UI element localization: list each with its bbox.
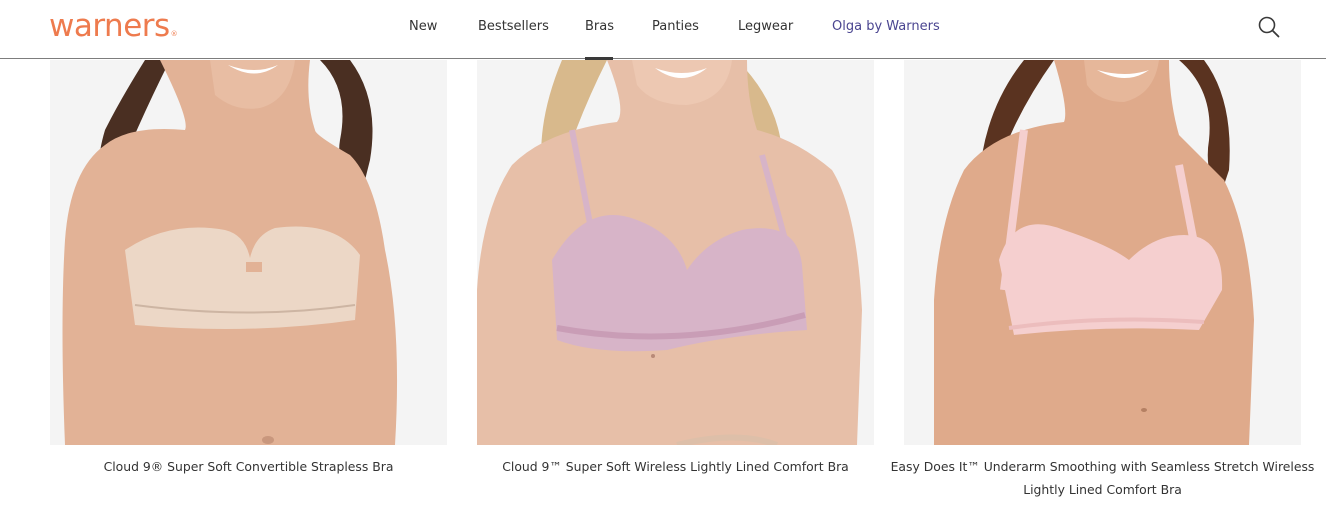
nav-item-panties[interactable]: Panties [652,18,699,36]
site-header: warners® New Bestsellers Bras Panties Le… [0,0,1326,59]
search-button[interactable] [1256,14,1282,40]
product-name[interactable]: Easy Does It™ Underarm Smoothing with Se… [889,455,1316,501]
product-name[interactable]: Cloud 9® Super Soft Convertible Straples… [35,455,462,478]
product-image[interactable] [477,60,874,445]
warners-logo[interactable]: warners® [49,6,178,46]
product-photo [934,60,1254,445]
logo-text: warners [49,8,170,44]
nav-item-olga-by-warners[interactable]: Olga by Warners [832,18,940,36]
product-photo [477,60,862,445]
product-photo [62,60,398,445]
product-image[interactable] [50,60,447,445]
bra-shape [125,226,360,329]
nav-active-indicator [585,57,613,60]
product-image[interactable] [904,60,1301,445]
nav-item-bestsellers[interactable]: Bestsellers [478,18,549,36]
registered-mark: ® [170,30,178,38]
nav-item-bras[interactable]: Bras [585,18,614,36]
product-name[interactable]: Cloud 9™ Super Soft Wireless Lightly Lin… [462,455,889,478]
nav-item-new[interactable]: New [409,18,437,36]
search-icon [1258,16,1280,38]
nav-item-legwear[interactable]: Legwear [738,18,793,36]
